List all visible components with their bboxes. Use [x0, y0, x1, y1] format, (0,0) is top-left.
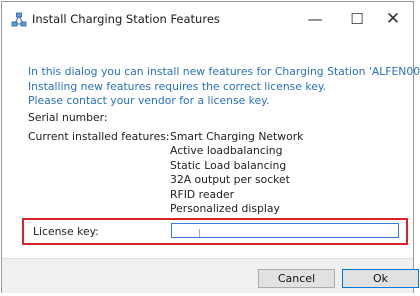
intro-line-3: Please contact your vendor for a license… — [28, 94, 270, 107]
network-nodes-icon — [11, 12, 27, 28]
installed-features-label: Current installed features: — [28, 130, 170, 143]
license-key-label: License key: — [33, 225, 99, 238]
feature-item: RFID reader — [170, 187, 235, 201]
cancel-button[interactable]: Cancel — [258, 269, 335, 288]
feature-item: Smart Charging Network — [170, 130, 304, 143]
install-features-dialog: Install Charging Station Features — ☐ ✕ … — [1, 1, 420, 293]
serial-number-label: Serial number: — [28, 111, 108, 124]
installed-features-list: Smart Charging Network Active loadbalanc… — [170, 130, 303, 216]
feature-item: 32A output per socket — [170, 173, 290, 187]
dialog-content: In this dialog you can install new featu… — [2, 36, 420, 259]
feature-item: Personalized display — [170, 202, 280, 216]
feature-item: Active loadbalancing — [170, 144, 283, 158]
intro-line-2: Installing new features requires the cor… — [28, 79, 327, 93]
ok-button[interactable]: Ok — [342, 269, 419, 288]
window-title: Install Charging Station Features — [32, 12, 220, 26]
intro-line-1: In this dialog you can install new featu… — [28, 65, 420, 78]
dialog-footer: Cancel Ok — [2, 259, 419, 293]
feature-item: Static Load balancing — [170, 158, 287, 172]
text-caret — [199, 229, 200, 237]
close-button[interactable]: ✕ — [372, 2, 414, 36]
title-bar[interactable]: Install Charging Station Features — ☐ ✕ — [2, 2, 413, 36]
license-key-highlight: License key: — [22, 218, 408, 245]
license-key-input[interactable] — [171, 223, 399, 238]
intro-text: In this dialog you can install new featu… — [28, 65, 420, 109]
minimize-button[interactable]: — — [294, 2, 336, 36]
